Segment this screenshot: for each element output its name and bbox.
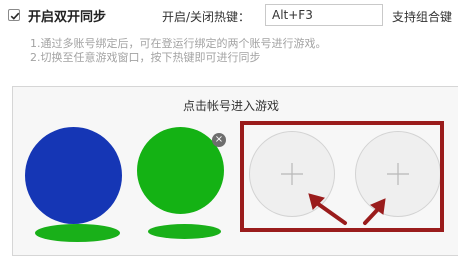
account-avatar-1-shadow [35, 224, 120, 242]
checkmark-icon [10, 12, 20, 20]
remove-account-icon[interactable]: × [212, 133, 226, 147]
hotkey-input[interactable] [265, 4, 383, 26]
sync-checkbox[interactable] [8, 9, 20, 21]
hint-line-2: 2.切换至任意游戏窗口，按下热键即可进行同步 [30, 51, 261, 64]
sync-checkbox-label[interactable]: 开启双开同步 [28, 6, 106, 25]
pointer-arrows [308, 193, 386, 225]
arrow-left-icon [312, 199, 347, 225]
hotkey-label: 开启/关闭热键： [162, 10, 251, 24]
account-avatar-1[interactable] [25, 127, 122, 224]
panel-title: 点击帐号进入游戏 [183, 99, 280, 113]
combo-key-note: 支持组合键 [392, 10, 453, 24]
account-avatar-2-shadow [148, 224, 221, 239]
account-avatar-2[interactable] [137, 127, 224, 214]
